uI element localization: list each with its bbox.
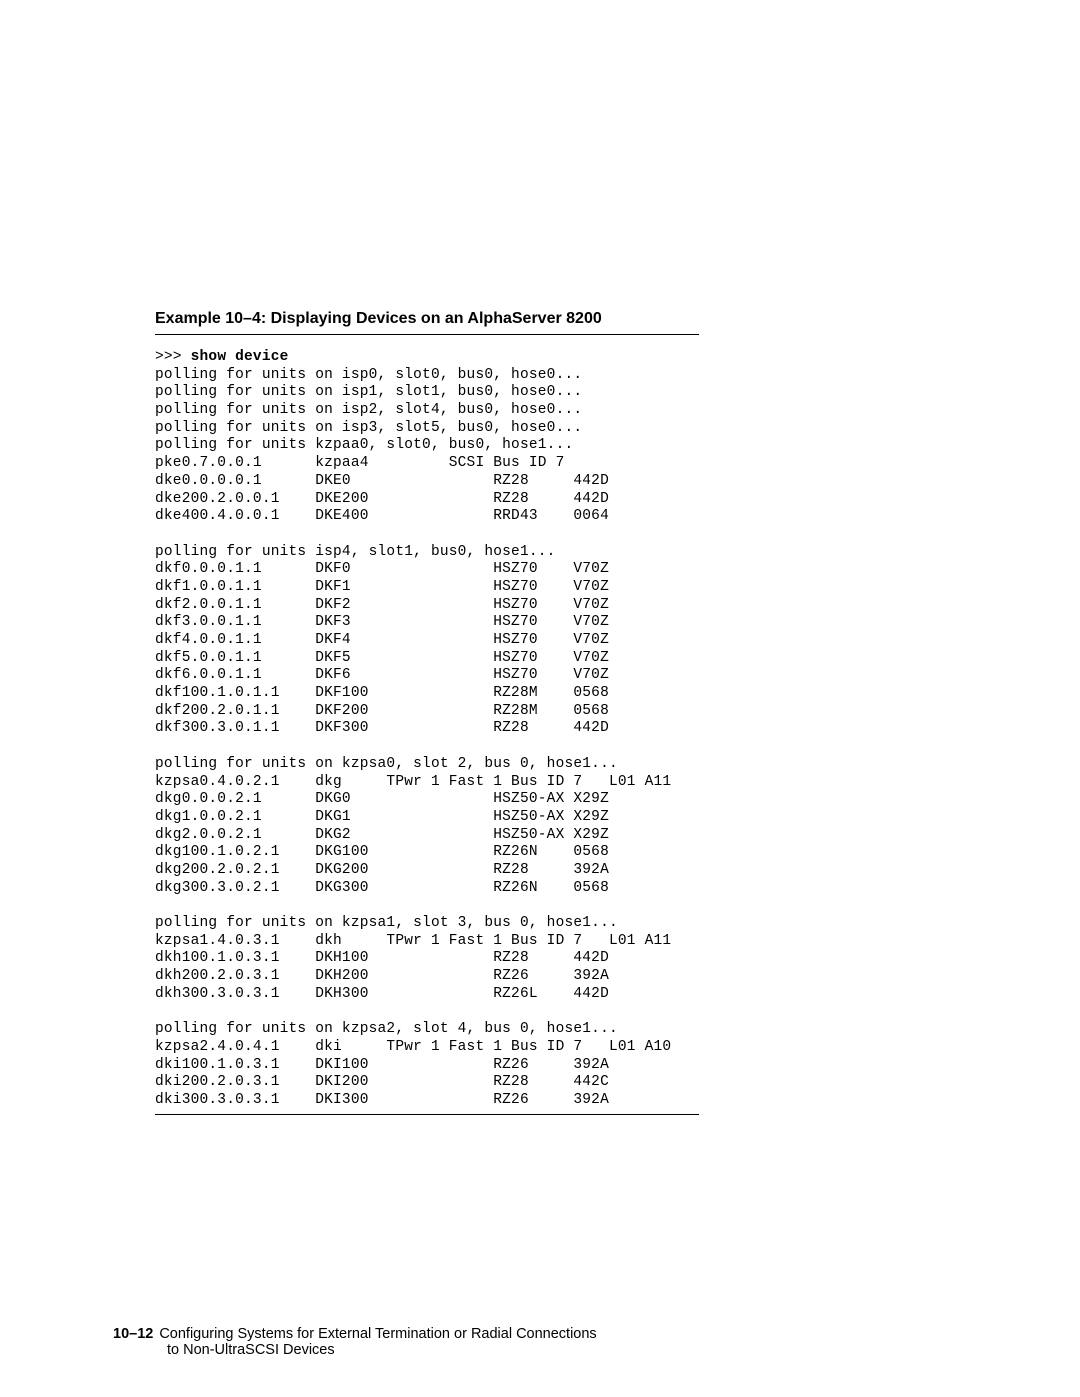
output-line: dkg2.0.0.2.1 DKG2 HSZ50-AX X29Z [155,827,609,843]
output-line: kzpsa0.4.0.2.1 dkg TPwr 1 Fast 1 Bus ID … [155,774,671,790]
footer-line1: Configuring Systems for External Termina… [159,1326,596,1342]
bottom-rule [155,1114,699,1115]
output-line: polling for units on kzpsa2, slot 4, bus… [155,1021,618,1037]
output-line: dkh100.1.0.3.1 DKH100 RZ28 442D [155,950,609,966]
terminal-output: >>> show device polling for units on isp… [155,349,930,1110]
output-line: dkh300.3.0.3.1 DKH300 RZ26L 442D [155,986,609,1002]
page-footer: 10–12 Configuring Systems for External Te… [113,1326,597,1358]
output-line: polling for units on kzpsa1, slot 3, bus… [155,915,618,931]
output-line: dkg0.0.0.2.1 DKG0 HSZ50-AX X29Z [155,791,609,807]
output-line: polling for units on isp2, slot4, bus0, … [155,402,582,418]
output-line: dkf6.0.0.1.1 DKF6 HSZ70 V70Z [155,667,609,683]
output-line: polling for units kzpaa0, slot0, bus0, h… [155,437,573,453]
output-line: dke0.0.0.0.1 DKE0 RZ28 442D [155,473,609,489]
output-line: dkf300.3.0.1.1 DKF300 RZ28 442D [155,720,609,736]
output-line: dkg200.2.0.2.1 DKG200 RZ28 392A [155,862,609,878]
output-line: polling for units on isp0, slot0, bus0, … [155,367,582,383]
output-line: dkf5.0.0.1.1 DKF5 HSZ70 V70Z [155,650,609,666]
output-line: pke0.7.0.0.1 kzpaa4 SCSI Bus ID 7 [155,455,564,471]
output-line: dkf4.0.0.1.1 DKF4 HSZ70 V70Z [155,632,609,648]
output-line: dkf200.2.0.1.1 DKF200 RZ28M 0568 [155,703,609,719]
output-line: dke200.2.0.0.1 DKE200 RZ28 442D [155,491,609,507]
output-line: polling for units on isp3, slot5, bus0, … [155,420,582,436]
page-number: 10–12 [113,1326,153,1342]
title-rule [155,334,699,335]
output-line: dkf0.0.0.1.1 DKF0 HSZ70 V70Z [155,561,609,577]
example-title: Example 10–4: Displaying Devices on an A… [155,310,930,328]
output-line: dke400.4.0.0.1 DKE400 RRD43 0064 [155,508,609,524]
output-line: dki300.3.0.3.1 DKI300 RZ26 392A [155,1092,609,1108]
output-line: polling for units on kzpsa0, slot 2, bus… [155,756,618,772]
output-line: kzpsa2.4.0.4.1 dki TPwr 1 Fast 1 Bus ID … [155,1039,671,1055]
output-line: dki100.1.0.3.1 DKI100 RZ26 392A [155,1057,609,1073]
output-line: dkg100.1.0.2.1 DKG100 RZ26N 0568 [155,844,609,860]
command: show device [191,349,289,365]
output-line: dkf1.0.0.1.1 DKF1 HSZ70 V70Z [155,579,609,595]
output-line: dkh200.2.0.3.1 DKH200 RZ26 392A [155,968,609,984]
output-line: dkf100.1.0.1.1 DKF100 RZ28M 0568 [155,685,609,701]
output-line: dkg300.3.0.2.1 DKG300 RZ26N 0568 [155,880,609,896]
output-line: polling for units isp4, slot1, bus0, hos… [155,544,556,560]
output-line: kzpsa1.4.0.3.1 dkh TPwr 1 Fast 1 Bus ID … [155,933,671,949]
prompt: >>> [155,349,191,365]
output-line: dkf3.0.0.1.1 DKF3 HSZ70 V70Z [155,614,609,630]
output-line: polling for units on isp1, slot1, bus0, … [155,384,582,400]
output-line: dkf2.0.0.1.1 DKF2 HSZ70 V70Z [155,597,609,613]
output-line: dki200.2.0.3.1 DKI200 RZ28 442C [155,1074,609,1090]
footer-line2: to Non-UltraSCSI Devices [167,1342,597,1358]
output-line: dkg1.0.0.2.1 DKG1 HSZ50-AX X29Z [155,809,609,825]
